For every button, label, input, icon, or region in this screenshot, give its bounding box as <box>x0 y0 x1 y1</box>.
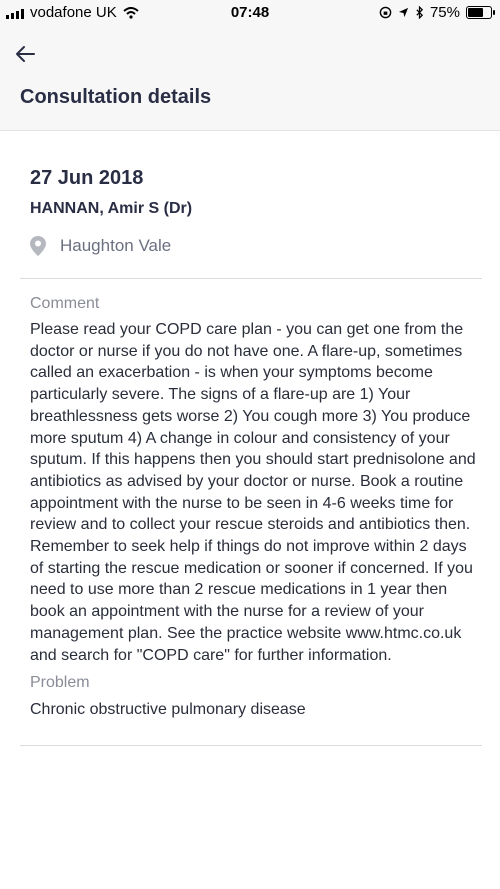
status-right: 75% <box>379 4 495 21</box>
battery-icon <box>466 6 495 19</box>
consultation-details: 27 Jun 2018 HANNAN, Amir S (Dr) Haughton… <box>0 167 500 747</box>
status-bar: vodafone UK 07:48 75% <box>0 0 500 26</box>
battery-percent: 75% <box>429 4 460 21</box>
location-row: Haughton Vale <box>30 236 480 256</box>
location-arrow-icon <box>398 7 409 18</box>
consultation-date: 27 Jun 2018 <box>30 167 144 189</box>
location-name: Haughton Vale <box>60 236 172 255</box>
problem-label: Problem <box>30 674 90 692</box>
location-pin-icon <box>30 236 46 256</box>
comment-label: Comment <box>30 295 100 312</box>
orientation-lock-icon <box>379 6 392 19</box>
app-header: Consultation details <box>0 26 500 131</box>
bluetooth-icon <box>416 6 424 19</box>
back-arrow-icon[interactable] <box>12 40 40 68</box>
comment-text: Please read your COPD care plan - you ca… <box>30 321 476 664</box>
problem-text: Chronic obstructive pulmonary disease <box>30 701 306 719</box>
clinician-name: HANNAN, Amir S (Dr) <box>30 200 193 217</box>
divider <box>20 745 482 747</box>
page-title: Consultation details <box>20 86 212 108</box>
divider <box>20 278 482 279</box>
